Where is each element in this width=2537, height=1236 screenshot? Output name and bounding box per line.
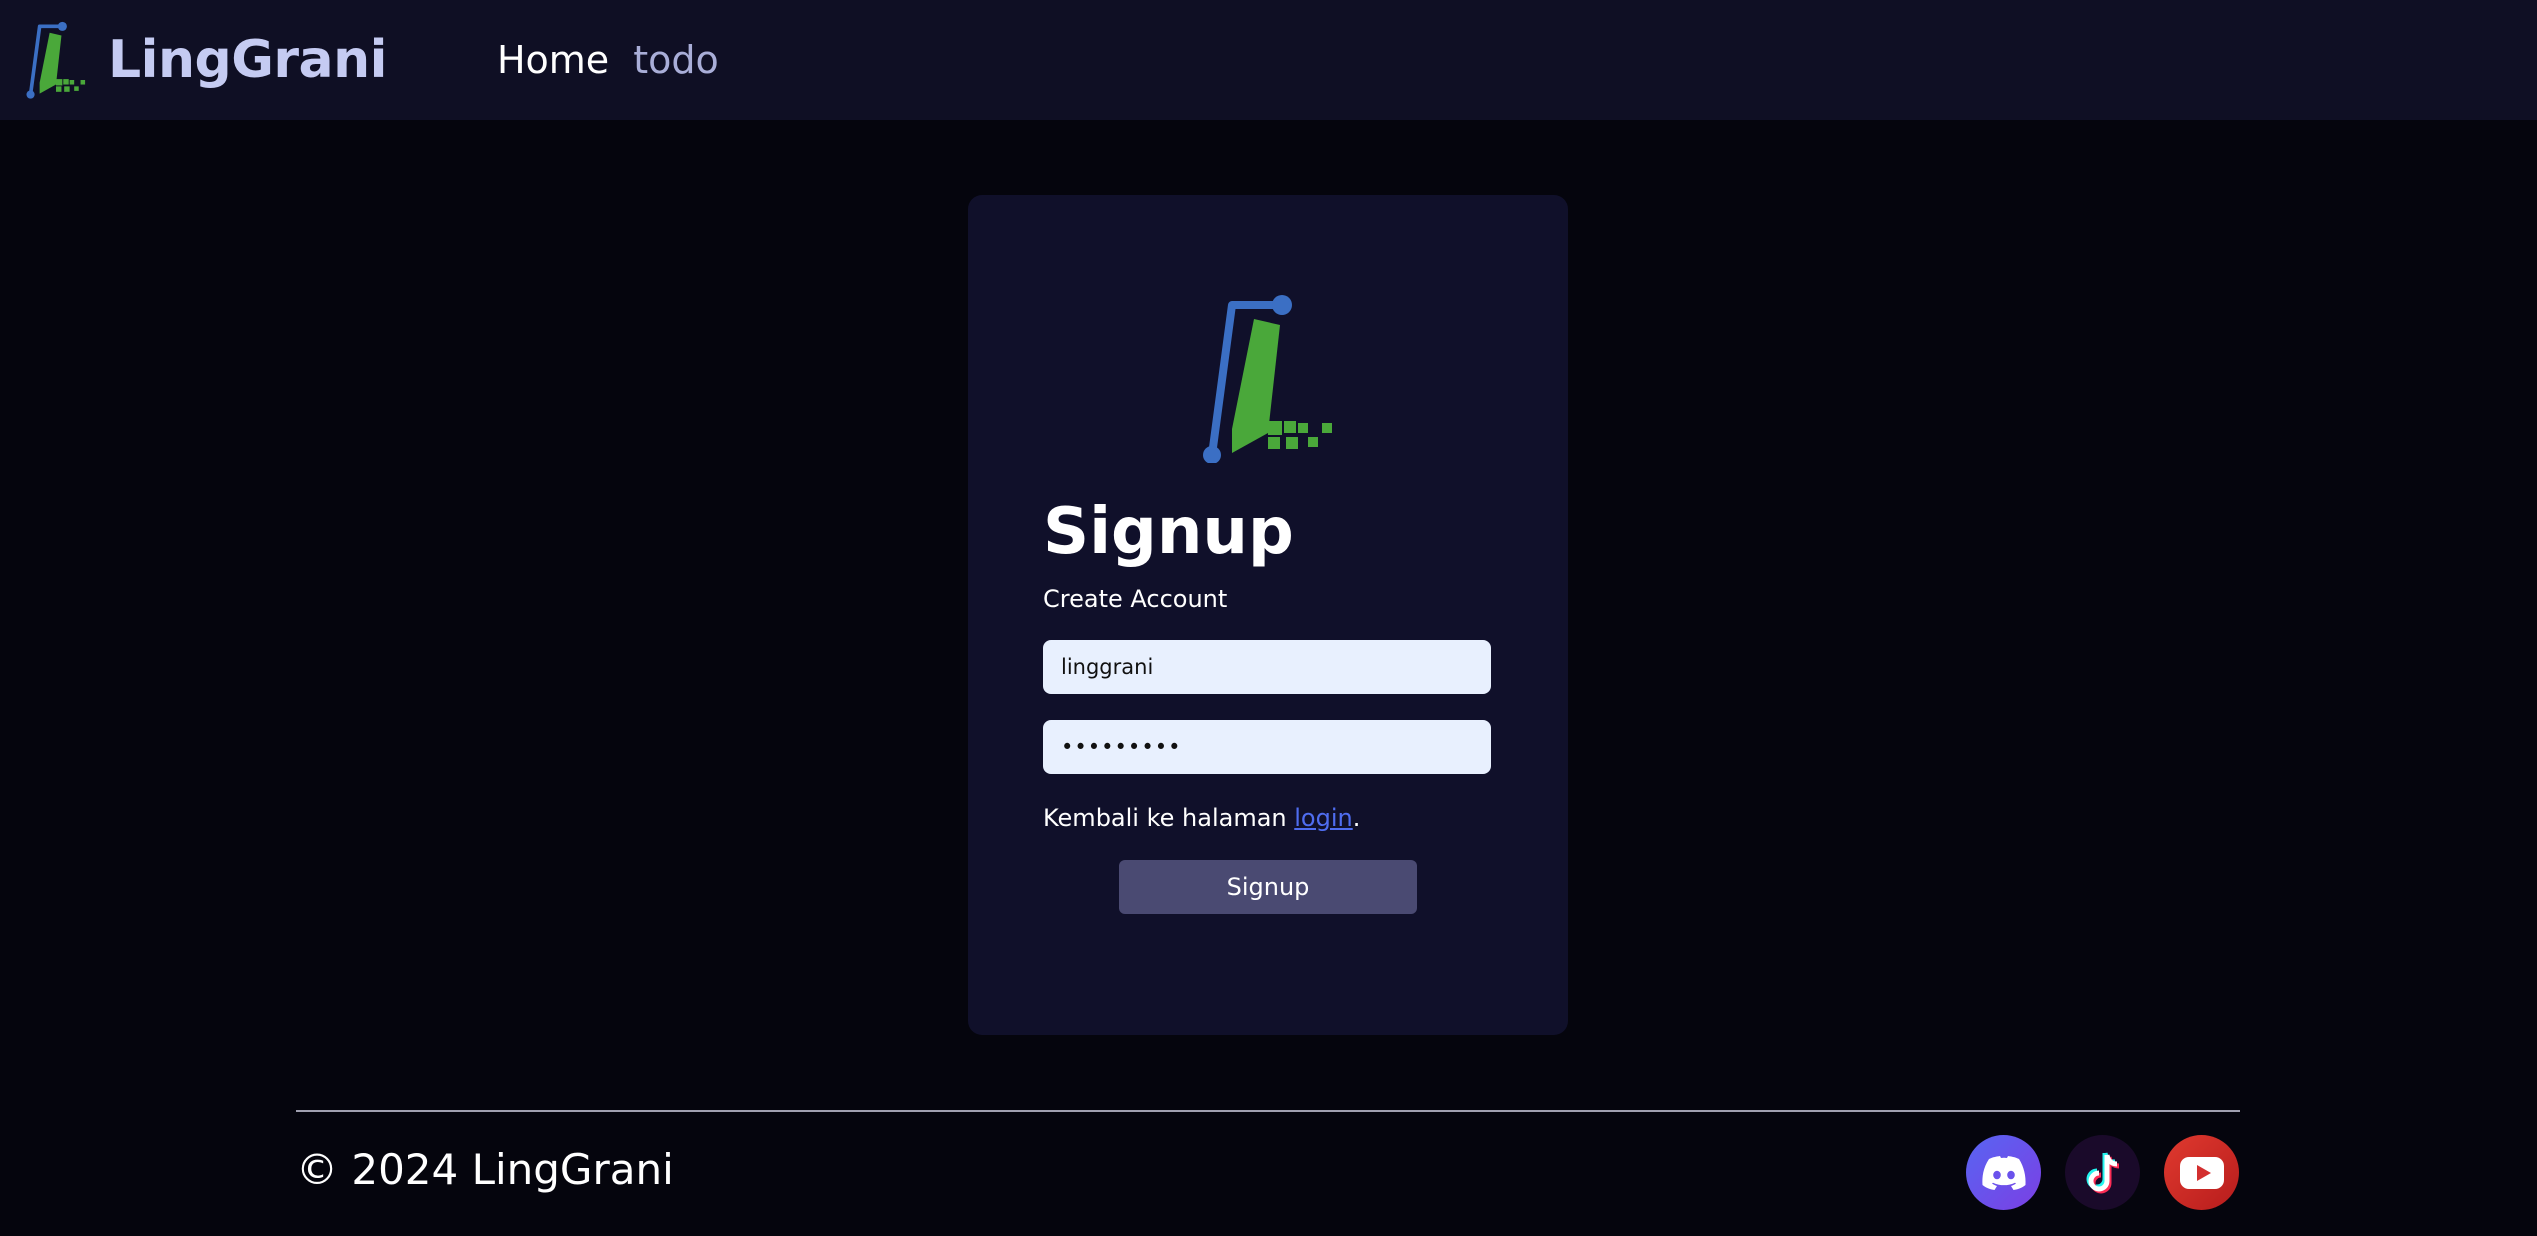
discord-icon	[1981, 1155, 2026, 1190]
brand-name: LingGrani	[108, 30, 387, 90]
back-suffix: .	[1352, 804, 1361, 832]
signup-button[interactable]: Signup	[1119, 860, 1417, 914]
back-to-login-text: Kembali ke halaman login.	[1043, 804, 1360, 832]
signup-card: Signup Create Account Kembali ke halaman…	[968, 195, 1568, 1035]
nav-links: Home todo	[497, 38, 719, 82]
nav-link-home[interactable]: Home	[497, 38, 609, 82]
youtube-icon	[2179, 1156, 2224, 1189]
navbar: LingGrani Home todo	[0, 0, 2537, 120]
brand[interactable]: LingGrani	[26, 20, 387, 100]
login-link[interactable]: login	[1294, 804, 1352, 832]
linggrani-logo-icon	[1203, 295, 1332, 463]
copyright: © 2024 LingGrani	[296, 1145, 674, 1194]
linggrani-logo-icon	[26, 21, 86, 99]
signup-title: Signup	[1043, 495, 1294, 569]
footer-divider	[296, 1110, 2240, 1112]
discord-link[interactable]	[1966, 1135, 2041, 1210]
tiktok-link[interactable]	[2065, 1135, 2140, 1210]
password-input[interactable]	[1043, 720, 1491, 774]
youtube-link[interactable]	[2164, 1135, 2239, 1210]
social-links	[1966, 1135, 2239, 1210]
nav-link-todo[interactable]: todo	[633, 38, 719, 82]
signup-subtitle: Create Account	[1043, 585, 1228, 613]
back-prefix: Kembali ke halaman	[1043, 804, 1295, 832]
username-input[interactable]	[1043, 640, 1491, 694]
tiktok-icon	[2086, 1151, 2119, 1193]
